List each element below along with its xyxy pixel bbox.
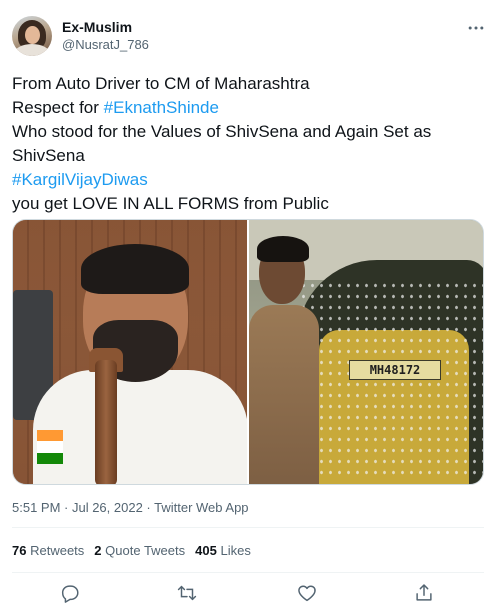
tweet-line: Respect for #EknathShinde <box>12 96 486 120</box>
photo-emblem-stand <box>95 360 117 484</box>
photo-flag <box>37 430 63 464</box>
photo-decoration-lights <box>299 280 483 480</box>
media-grid: MH48172 <box>12 219 484 485</box>
retweets-stat[interactable]: 76 Retweets <box>12 542 84 559</box>
user-handle[interactable]: @NusratJ_786 <box>62 36 149 53</box>
retweet-icon[interactable] <box>176 582 198 604</box>
photo-person-hair <box>81 244 189 294</box>
avatar[interactable] <box>12 16 52 56</box>
engagement-stats: 76 Retweets 2 Quote Tweets 405 Likes <box>12 542 251 559</box>
divider <box>12 572 484 573</box>
reply-icon[interactable] <box>59 582 81 604</box>
more-horizontal-icon[interactable] <box>466 18 486 38</box>
action-bar <box>0 578 496 608</box>
likes-stat[interactable]: 405 Likes <box>195 542 251 559</box>
heart-icon[interactable] <box>296 582 318 604</box>
photo-right[interactable]: MH48172 <box>249 220 483 484</box>
avatar-face <box>25 26 40 44</box>
tweet-text: From Auto Driver to CM of Maharashtra Re… <box>12 72 486 216</box>
source-app[interactable]: Twitter Web App <box>154 500 248 515</box>
tweet-line: ShivSena <box>12 146 85 165</box>
share-icon[interactable] <box>413 582 435 604</box>
tweet-line: From Auto Driver to CM of Maharashtra <box>12 74 310 93</box>
tweet-card: Ex-Muslim @NusratJ_786 From Auto Driver … <box>0 0 496 615</box>
photo-left[interactable] <box>13 220 247 484</box>
tweet-line: #KargilVijayDiwas <box>12 168 486 192</box>
hashtag-kargilvijaydiwas[interactable]: #KargilVijayDiwas <box>12 170 148 189</box>
display-name[interactable]: Ex-Muslim <box>62 18 132 36</box>
tweet-metadata: 5:51 PM · Jul 26, 2022 · Twitter Web App <box>12 499 249 516</box>
hashtag-eknathshinde[interactable]: #EknathShinde <box>104 98 219 117</box>
avatar-shoulders <box>14 44 50 56</box>
photo-person-body <box>33 370 247 484</box>
timestamp[interactable]: 5:51 PM · Jul 26, 2022 · <box>12 500 154 515</box>
tweet-line: Who stood for the Values of ShivSena and… <box>12 122 432 141</box>
tweet-line-prefix: Respect for <box>12 98 104 117</box>
divider <box>12 527 484 528</box>
photo-person-hair <box>257 236 309 262</box>
photo-person-body <box>249 305 319 484</box>
quote-tweets-stat[interactable]: 2 Quote Tweets <box>94 542 185 559</box>
photo-number-plate: MH48172 <box>349 360 441 380</box>
tweet-line: you get LOVE IN ALL FORMS from Public <box>12 194 329 213</box>
